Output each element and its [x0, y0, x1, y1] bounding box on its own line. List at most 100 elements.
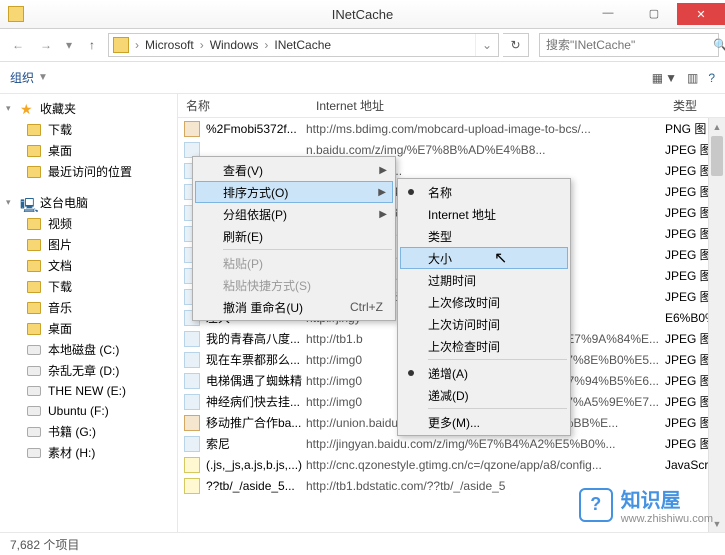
menu-label: 查看(V)	[223, 162, 263, 179]
back-button[interactable]: ←	[6, 33, 30, 57]
sidebar-item[interactable]: 音乐	[0, 297, 177, 318]
folder-icon	[26, 143, 42, 159]
star-icon: ★	[20, 101, 36, 117]
chevron-down-icon[interactable]: ▼	[38, 72, 48, 83]
menu-item[interactable]: 大小	[400, 247, 568, 269]
menu-label: 更多(M)...	[428, 414, 480, 431]
radio-icon	[408, 189, 414, 195]
file-address: http://cnc.qzonestyle.gtimg.cn/c=/qzone/…	[306, 458, 665, 472]
table-row[interactable]: 索尼http://jingyan.baidu.com/z/img/%E7%B4%…	[178, 433, 725, 454]
chevron-right-icon: ▶	[378, 187, 386, 198]
sidebar-item-label: 书籍 (G:)	[48, 423, 96, 440]
address-bar[interactable]: › Microsoft › Windows › INetCache ⌄	[108, 33, 499, 57]
menu-item[interactable]: 撤消 重命名(U)Ctrl+Z	[195, 296, 393, 318]
scroll-up-icon[interactable]: ▲	[709, 118, 725, 135]
column-header-address[interactable]: Internet 地址	[308, 97, 665, 114]
menu-label: 大小	[428, 250, 452, 267]
search-icon[interactable]: 🔍	[707, 38, 725, 52]
collapse-icon: ▾	[6, 103, 16, 114]
statusbar: 7,682 个项目	[0, 532, 725, 555]
menu-item[interactable]: 名称	[400, 181, 568, 203]
sidebar-item[interactable]: THE NEW (E:)	[0, 381, 177, 401]
menu-item[interactable]: 递减(D)	[400, 384, 568, 406]
sidebar-item[interactable]: 最近访问的位置	[0, 161, 177, 182]
sidebar-item[interactable]: 文档	[0, 255, 177, 276]
scrollbar[interactable]: ▲ ▼	[708, 118, 725, 532]
sidebar-item[interactable]: 杂乱无章 (D:)	[0, 360, 177, 381]
sidebar-item[interactable]: 素材 (H:)	[0, 442, 177, 463]
table-row[interactable]: (.js,_js,a.js,b.js,...)http://cnc.qzones…	[178, 454, 725, 475]
chevron-right-icon[interactable]: ›	[198, 38, 206, 52]
sidebar-item-label: 图片	[48, 236, 72, 253]
view-button[interactable]: ▦▼	[652, 71, 677, 85]
history-dropdown[interactable]: ▾	[62, 33, 76, 57]
menu-label: 撤消 重命名(U)	[223, 299, 303, 316]
sidebar-item[interactable]: 下载	[0, 119, 177, 140]
sidebar-computer[interactable]: ▾ 🖳 这台电脑	[0, 192, 177, 213]
menu-item: 粘贴(P)	[195, 252, 393, 274]
folder-icon	[26, 164, 42, 180]
grid-icon: ▦	[652, 71, 663, 85]
menu-item[interactable]: 分组依据(P)▶	[195, 203, 393, 225]
forward-button[interactable]: →	[34, 33, 58, 57]
collapse-icon: ▾	[6, 197, 16, 208]
sidebar-item[interactable]: 图片	[0, 234, 177, 255]
drive-icon	[26, 403, 42, 419]
file-name: 索尼	[206, 435, 306, 452]
context-menu[interactable]: 查看(V)▶排序方式(O)▶分组依据(P)▶刷新(E)粘贴(P)粘贴快捷方式(S…	[192, 156, 396, 321]
titlebar: INetCache — ▢ ✕	[0, 0, 725, 29]
file-address: http://jingyan.baidu.com/z/img/%E7%B4%A2…	[306, 437, 665, 451]
menu-item[interactable]: 上次检查时间	[400, 335, 568, 357]
up-button[interactable]: ↑	[80, 33, 104, 57]
menu-item[interactable]: 过期时间	[400, 269, 568, 291]
menu-item[interactable]: Internet 地址	[400, 203, 568, 225]
close-button[interactable]: ✕	[677, 3, 725, 25]
table-row[interactable]: %2Fmobi5372f...http://ms.bdimg.com/mobca…	[178, 118, 725, 139]
menu-item[interactable]: 递增(A)	[400, 362, 568, 384]
sidebar-item-label: Ubuntu (F:)	[48, 404, 109, 418]
column-header-type[interactable]: 类型	[665, 97, 725, 114]
sidebar-favorites[interactable]: ▾ ★ 收藏夹	[0, 98, 177, 119]
menu-item[interactable]: 更多(M)...	[400, 411, 568, 433]
menu-item[interactable]: 类型	[400, 225, 568, 247]
sidebar-item[interactable]: 书籍 (G:)	[0, 421, 177, 442]
search-input[interactable]	[540, 38, 707, 52]
search-box[interactable]: 🔍	[539, 33, 719, 57]
chevron-right-icon: ▶	[379, 165, 387, 176]
sidebar-item[interactable]: Ubuntu (F:)	[0, 401, 177, 421]
file-name: (.js,_js,a.js,b.js,...)	[206, 458, 306, 472]
sidebar-item[interactable]: 视频	[0, 213, 177, 234]
menu-label: 过期时间	[428, 272, 476, 289]
chevron-right-icon[interactable]: ›	[133, 38, 141, 52]
address-dropdown[interactable]: ⌄	[475, 34, 498, 56]
drive-icon	[26, 363, 42, 379]
file-icon	[184, 373, 200, 389]
sidebar-item-label: 素材 (H:)	[48, 444, 95, 461]
organize-button[interactable]: 组织	[10, 69, 34, 86]
breadcrumb-item[interactable]: INetCache	[270, 34, 335, 56]
column-header-name[interactable]: 名称	[178, 97, 308, 114]
maximize-button[interactable]: ▢	[631, 3, 677, 23]
menu-item[interactable]: 排序方式(O)▶	[195, 181, 393, 203]
file-icon	[184, 394, 200, 410]
preview-pane-button[interactable]: ▥	[687, 71, 698, 85]
sidebar-item[interactable]: 本地磁盘 (C:)	[0, 339, 177, 360]
breadcrumb-item[interactable]: Windows	[206, 34, 263, 56]
minimize-button[interactable]: —	[585, 3, 631, 23]
sidebar-item[interactable]: 桌面	[0, 140, 177, 161]
menu-item[interactable]: 上次修改时间	[400, 291, 568, 313]
breadcrumb-item[interactable]: Microsoft	[141, 34, 198, 56]
sort-submenu[interactable]: 名称Internet 地址类型大小过期时间上次修改时间上次访问时间上次检查时间递…	[397, 178, 571, 436]
scroll-thumb[interactable]	[711, 136, 723, 176]
sidebar-item[interactable]: 桌面	[0, 318, 177, 339]
menu-item[interactable]: 上次访问时间	[400, 313, 568, 335]
help-button[interactable]: ?	[708, 71, 715, 85]
menu-item[interactable]: 刷新(E)	[195, 225, 393, 247]
sidebar-item-label: 音乐	[48, 299, 72, 316]
chevron-right-icon[interactable]: ›	[262, 38, 270, 52]
refresh-button[interactable]: ↻	[503, 33, 529, 57]
sidebar-item[interactable]: 下载	[0, 276, 177, 297]
file-address: http://ms.bdimg.com/mobcard-upload-image…	[306, 122, 665, 136]
menu-label: 刷新(E)	[223, 228, 263, 245]
menu-item[interactable]: 查看(V) ▶	[195, 159, 393, 181]
